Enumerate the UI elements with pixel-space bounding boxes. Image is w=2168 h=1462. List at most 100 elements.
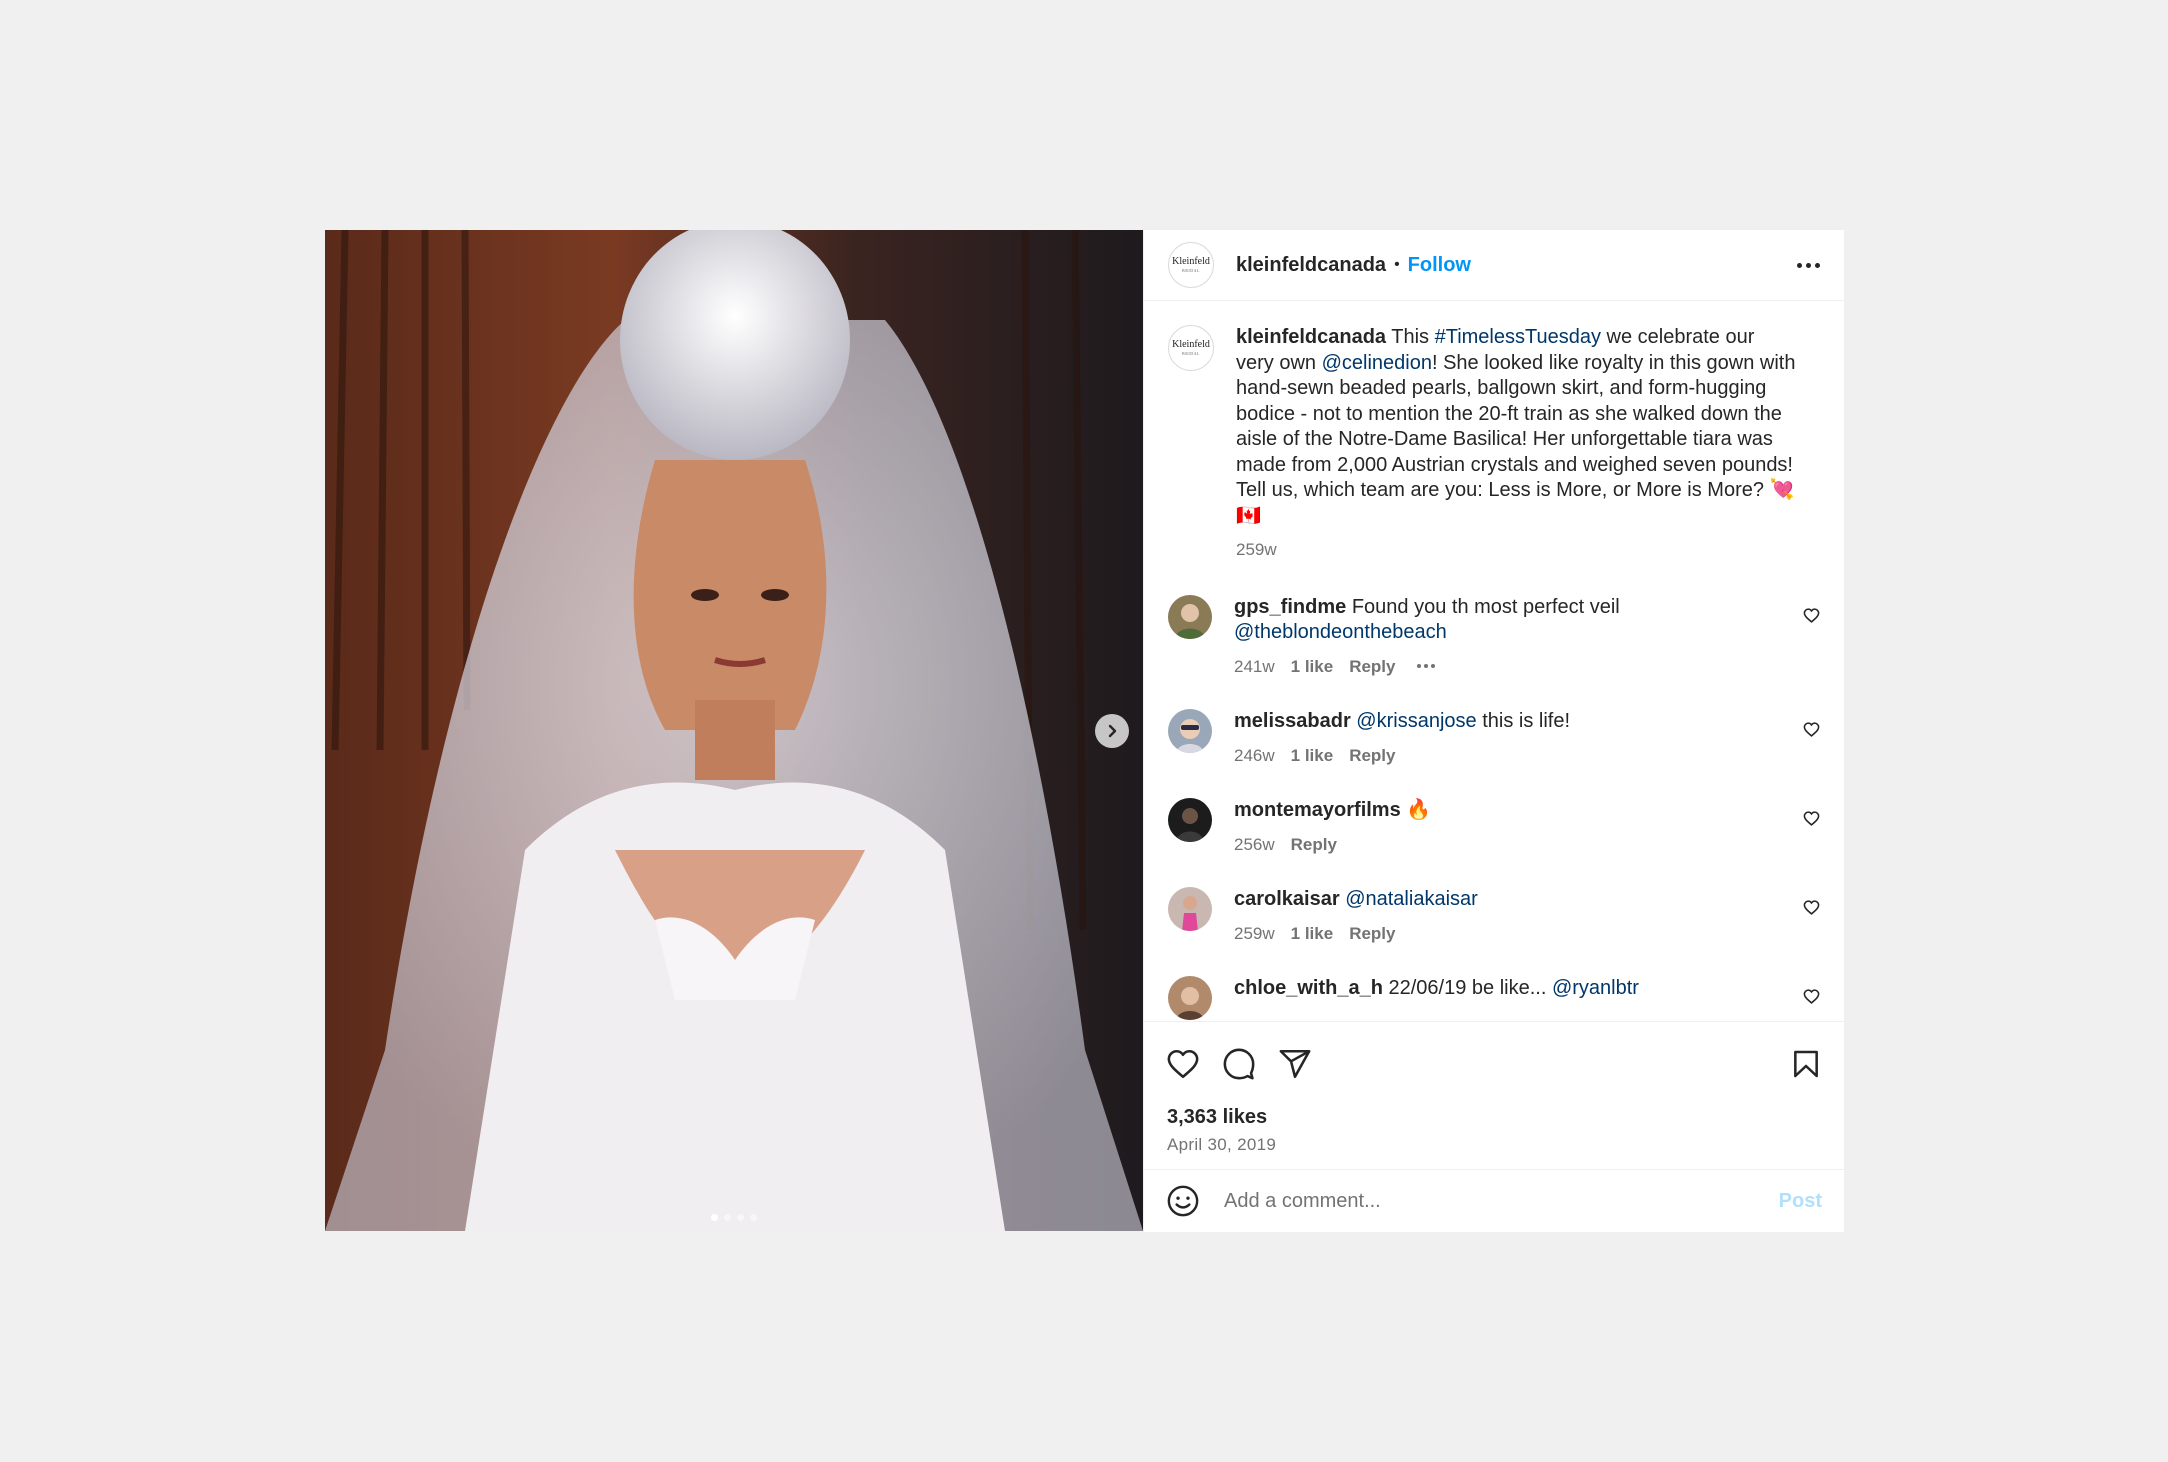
comment-item: carolkaisar @nataliakaisar 259w 1 like R… (1144, 887, 1844, 946)
avatar-image (1168, 709, 1212, 753)
avatar[interactable] (1168, 594, 1212, 639)
emoji-button[interactable] (1166, 1184, 1200, 1218)
logo-subtext: BRIDAL (1182, 268, 1200, 273)
more-icon (1806, 262, 1811, 268)
comment-text: 🔥 (1406, 799, 1432, 821)
comment-item: gps_findme Found you th most perfect vei… (1144, 594, 1844, 680)
header-username[interactable]: kleinfeldcanada (1236, 254, 1386, 277)
comment-username[interactable]: chloe_with_a_h (1234, 977, 1383, 999)
comment-likes[interactable]: 1 like (1291, 743, 1334, 769)
heart-icon (1803, 989, 1820, 1004)
reply-button[interactable]: Reply (1291, 832, 1337, 858)
more-icon (1797, 262, 1802, 268)
more-icon (1815, 262, 1820, 268)
post-details-panel: Kleinfeld BRIDAL kleinfeldcanada • Follo… (1143, 230, 1844, 1232)
comment-timestamp[interactable]: 256w (1234, 832, 1275, 858)
comment-username[interactable]: gps_findme (1234, 596, 1346, 618)
like-comment-button[interactable] (1803, 607, 1820, 629)
comment-timestamp[interactable]: 246w (1234, 743, 1275, 769)
caption-username[interactable]: kleinfeldcanada (1236, 326, 1386, 348)
comment-body: gps_findme Found you th most perfect vei… (1234, 595, 1794, 680)
comment-timestamp[interactable]: 241w (1234, 654, 1275, 680)
share-button[interactable] (1278, 1047, 1312, 1081)
comment-meta: 246w 1 like Reply (1234, 743, 1794, 769)
comment-meta: 241w 1 like Reply (1234, 654, 1794, 680)
comment-username[interactable]: carolkaisar (1234, 888, 1340, 910)
comment-item: chloe_with_a_h 22/06/19 be like... @ryan… (1144, 976, 1844, 1020)
caption-text: This (1391, 326, 1435, 348)
mention-link[interactable]: @krissanjose (1356, 710, 1476, 732)
reply-button[interactable]: Reply (1349, 654, 1395, 680)
mention-link[interactable]: @ryanlbtr (1552, 977, 1639, 999)
avatar-image (1168, 976, 1212, 1020)
heart-icon (1803, 900, 1820, 915)
comment-meta: 256w Reply (1234, 832, 1794, 858)
comment-meta: 259w 1 like Reply (1234, 921, 1794, 947)
like-comment-button[interactable] (1803, 988, 1820, 1010)
likes-count[interactable]: 3,363 likes (1144, 1086, 1844, 1129)
reply-button[interactable]: Reply (1349, 743, 1395, 769)
caption-text: ! She looked like royalty in this gown w… (1236, 351, 1796, 527)
next-slide-button[interactable] (1095, 714, 1129, 748)
like-comment-button[interactable] (1803, 721, 1820, 743)
avatar[interactable] (1168, 709, 1212, 753)
like-comment-button[interactable] (1803, 899, 1820, 921)
heart-icon (1803, 811, 1820, 826)
post-card: Kleinfeld BRIDAL kleinfeldcanada • Follo… (325, 230, 1844, 1232)
comment-timestamp[interactable]: 259w (1234, 921, 1275, 947)
avatar[interactable] (1168, 887, 1212, 931)
share-icon (1279, 1049, 1311, 1079)
kleinfeld-logo: Kleinfeld BRIDAL (1172, 340, 1210, 356)
post-actions: 3,363 likes April 30, 2019 Post (1144, 1021, 1844, 1232)
like-button[interactable] (1166, 1047, 1200, 1081)
comment-username[interactable]: melissabadr (1234, 710, 1351, 732)
avatar[interactable]: Kleinfeld BRIDAL (1168, 242, 1214, 288)
comment-likes[interactable]: 1 like (1291, 921, 1334, 947)
comment-input[interactable] (1222, 1188, 1779, 1214)
comment-item: melissabadr @krissanjose this is life! 2… (1144, 709, 1844, 768)
carousel-dot (724, 1214, 731, 1221)
comment-text: 22/06/19 be like... (1388, 977, 1552, 999)
caption-meta: 259w (1236, 537, 1796, 563)
heart-icon (1803, 607, 1820, 623)
comment-text: this is life! (1476, 710, 1570, 732)
caption-body: kleinfeldcanada This #TimelessTuesday we… (1236, 325, 1796, 563)
mention-link[interactable]: @nataliakaisar (1345, 888, 1478, 910)
emoji-icon (1167, 1185, 1199, 1217)
post-media[interactable] (325, 230, 1143, 1231)
post-date[interactable]: April 30, 2019 (1144, 1129, 1844, 1155)
comment-body: carolkaisar @nataliakaisar 259w 1 like R… (1234, 887, 1794, 946)
carousel-indicator (325, 1214, 1143, 1221)
more-options-button[interactable] (1797, 253, 1820, 278)
more-icon (1417, 664, 1422, 669)
reply-button[interactable]: Reply (1349, 921, 1395, 947)
comment-icon (1223, 1048, 1255, 1080)
carousel-dot (750, 1214, 757, 1221)
carousel-dot (711, 1214, 718, 1221)
comment-likes[interactable]: 1 like (1291, 654, 1334, 680)
logo-wordmark: Kleinfeld (1172, 339, 1210, 350)
avatar[interactable]: Kleinfeld BRIDAL (1168, 325, 1214, 371)
add-comment-bar: Post (1144, 1169, 1844, 1232)
avatar[interactable] (1168, 976, 1212, 1020)
avatar[interactable] (1168, 798, 1212, 842)
like-comment-button[interactable] (1803, 810, 1820, 832)
comment-more-button[interactable] (1417, 664, 1436, 669)
hashtag-link[interactable]: #TimelessTuesday (1435, 326, 1601, 348)
heart-icon (1167, 1049, 1199, 1079)
avatar-image (1168, 798, 1212, 842)
comment-username[interactable]: montemayorfilms (1234, 799, 1401, 821)
mention-link[interactable]: @celinedion (1322, 352, 1432, 374)
heart-icon (1803, 722, 1820, 737)
save-button[interactable] (1790, 1047, 1822, 1081)
comment-button[interactable] (1222, 1047, 1256, 1081)
caption-timestamp[interactable]: 259w (1236, 537, 1277, 563)
post-comment-button[interactable]: Post (1779, 1190, 1822, 1213)
logo-wordmark: Kleinfeld (1172, 256, 1210, 267)
chevron-right-icon (1108, 724, 1117, 738)
action-bar (1144, 1022, 1844, 1086)
mention-link[interactable]: @theblondeonthebeach (1234, 621, 1447, 643)
comment-body: montemayorfilms 🔥 256w Reply (1234, 798, 1794, 857)
more-icon (1431, 664, 1436, 669)
follow-button[interactable]: Follow (1408, 254, 1471, 277)
